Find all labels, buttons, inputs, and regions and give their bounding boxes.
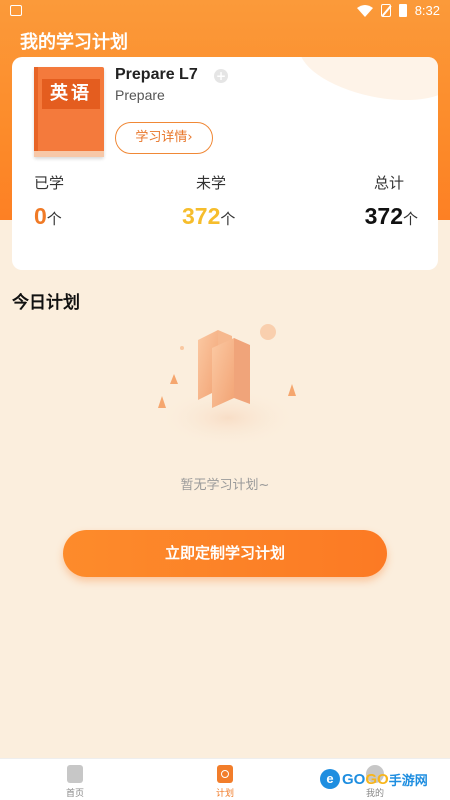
stat-total-value: 372	[364, 203, 403, 229]
stat-unlearned-value: 372	[182, 203, 221, 229]
home-icon	[67, 765, 83, 783]
nav-home-label: 首页	[65, 789, 84, 799]
stat-total-unit: 个	[402, 210, 418, 228]
status-time: 8:32	[414, 3, 440, 18]
nav-item-home[interactable]: 首页	[55, 765, 95, 799]
book-spine	[34, 67, 38, 157]
empty-plan-text: 暂无学习计划~	[180, 478, 270, 493]
plan-icon	[217, 765, 233, 783]
create-plan-button[interactable]: 立即定制学习计划	[63, 530, 387, 577]
book-cover-label: 英语	[42, 79, 100, 109]
stat-learned: 已学 0个	[34, 172, 64, 230]
nav-plan-label: 计划	[215, 789, 234, 799]
stat-unlearned: 未学 372个	[182, 172, 235, 230]
stat-learned-value: 0	[34, 203, 47, 229]
book-title: Prepare L7	[115, 66, 198, 83]
nav-item-plan[interactable]: 计划	[205, 765, 245, 799]
watermark-go2: GO	[365, 770, 389, 788]
gogo-watermark-logo: e GO GO 手游网	[320, 768, 428, 790]
stat-total-label: 总计	[373, 174, 404, 192]
stat-unlearned-number: 372个	[182, 203, 235, 230]
stat-unlearned-label: 未学	[196, 174, 227, 192]
today-plan-title: 今日计划	[12, 293, 80, 313]
study-details-button[interactable]: 学习详情›	[115, 122, 213, 154]
empty-books-illustration	[158, 324, 298, 448]
book-cover[interactable]: 英语	[34, 67, 104, 157]
book-subtitle: Prepare	[115, 87, 165, 103]
current-plan-card[interactable]: 英语 Prepare L7 + Prepare 学习详情› 已学 0个 未学 3…	[12, 57, 438, 270]
switch-book-icon[interactable]: +	[214, 69, 228, 83]
wifi-icon	[356, 4, 373, 17]
book-cover-bottom	[34, 151, 104, 157]
stat-total: 总计 372个	[365, 172, 418, 230]
stat-learned-label: 已学	[34, 174, 65, 192]
stat-learned-unit: 个	[46, 210, 62, 228]
nav-me-label: 我的	[365, 789, 384, 799]
gallery-notification-icon	[10, 5, 22, 16]
stat-unlearned-unit: 个	[220, 210, 236, 228]
page-title: 我的学习计划	[20, 32, 128, 53]
status-bar: 8:32	[0, 0, 450, 24]
stat-total-number: 372个	[365, 203, 418, 230]
no-sim-icon	[380, 4, 391, 17]
card-decoration	[292, 57, 438, 113]
stat-learned-number: 0个	[34, 203, 64, 230]
watermark-e: e	[320, 769, 340, 789]
watermark-cn: 手游网	[388, 772, 428, 788]
watermark-go1: GO	[342, 770, 366, 788]
battery-icon	[398, 4, 407, 17]
